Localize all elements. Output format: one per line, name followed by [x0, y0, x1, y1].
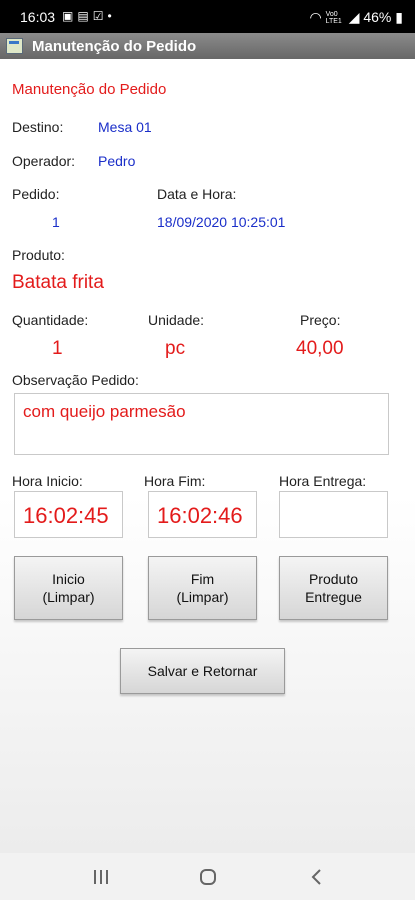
- app-icon: [6, 38, 23, 54]
- hora-entrega-label: Hora Entrega:: [279, 473, 367, 489]
- hora-fim-label: Hora Fim:: [144, 473, 206, 489]
- produto-entregue-button[interactable]: Produto Entregue: [279, 556, 388, 620]
- pedido-label: Pedido:: [12, 186, 60, 202]
- fim-limpar-button[interactable]: Fim (Limpar): [148, 556, 257, 620]
- hora-fim-field[interactable]: 16:02:46: [148, 491, 257, 538]
- produto-value: Batata frita: [12, 272, 104, 293]
- image-icon: ▤: [77, 9, 93, 23]
- photo-icon: ▣: [62, 9, 78, 23]
- status-time: 16:03: [20, 9, 56, 25]
- unidade-label: Unidade:: [148, 312, 205, 328]
- destino-value: Mesa 01: [98, 119, 152, 135]
- produto-label: Produto:: [12, 247, 65, 263]
- battery-icon: ▮: [395, 9, 403, 25]
- wifi-icon: ◠: [309, 9, 322, 25]
- preco-value: 40,00: [296, 338, 344, 359]
- observacao-value: com queijo parmesão: [23, 402, 186, 421]
- hora-inicio-label: Hora Inicio:: [12, 473, 83, 489]
- form-content: Manutenção do Pedido Destino: Mesa 01 Op…: [0, 59, 415, 853]
- home-icon[interactable]: [199, 868, 217, 886]
- window-title: Manutenção do Pedido: [32, 38, 197, 55]
- pedido-value: 1: [52, 214, 60, 230]
- window-title-bar: Manutenção do Pedido: [0, 33, 415, 59]
- check-icon: ☑: [92, 9, 108, 23]
- unidade-value: pc: [165, 338, 186, 359]
- quantidade-value: 1: [52, 338, 63, 359]
- destino-label: Destino:: [12, 119, 64, 135]
- battery-text: 46%: [363, 9, 392, 25]
- salvar-retornar-button[interactable]: Salvar e Retornar: [120, 648, 285, 694]
- operador-label: Operador:: [12, 153, 76, 169]
- inicio-limpar-button[interactable]: Inicio (Limpar): [14, 556, 123, 620]
- preco-label: Preço:: [300, 312, 341, 328]
- data-hora-value: 18/09/2020 10:25:01: [157, 214, 286, 230]
- hora-inicio-field[interactable]: 16:02:45: [14, 491, 123, 538]
- network-indicator: Vo0 LTE1: [325, 11, 342, 26]
- page-title: Manutenção do Pedido: [12, 81, 167, 98]
- hora-inicio-value: 16:02:45: [23, 503, 109, 528]
- status-bar: 16:03 ▣▤☑• ◠ Vo0 LTE1 ◢ 46% ▮: [0, 0, 415, 33]
- hora-entrega-field[interactable]: [279, 491, 388, 538]
- hora-fim-value: 16:02:46: [157, 503, 243, 528]
- observacao-label: Observação Pedido:: [12, 372, 139, 388]
- data-hora-label: Data e Hora:: [157, 186, 237, 202]
- dot-icon: •: [107, 9, 116, 23]
- signal-icon: ◢: [348, 9, 360, 25]
- back-icon[interactable]: [308, 868, 326, 886]
- quantidade-label: Quantidade:: [12, 312, 89, 328]
- recent-apps-icon[interactable]: [92, 868, 110, 886]
- navigation-bar: [0, 853, 415, 900]
- status-right: ◠ Vo0 LTE1 ◢ 46% ▮: [309, 9, 403, 26]
- notification-icons: ▣▤☑•: [62, 9, 116, 23]
- operador-value: Pedro: [98, 153, 136, 169]
- observacao-textarea[interactable]: com queijo parmesão: [14, 393, 389, 455]
